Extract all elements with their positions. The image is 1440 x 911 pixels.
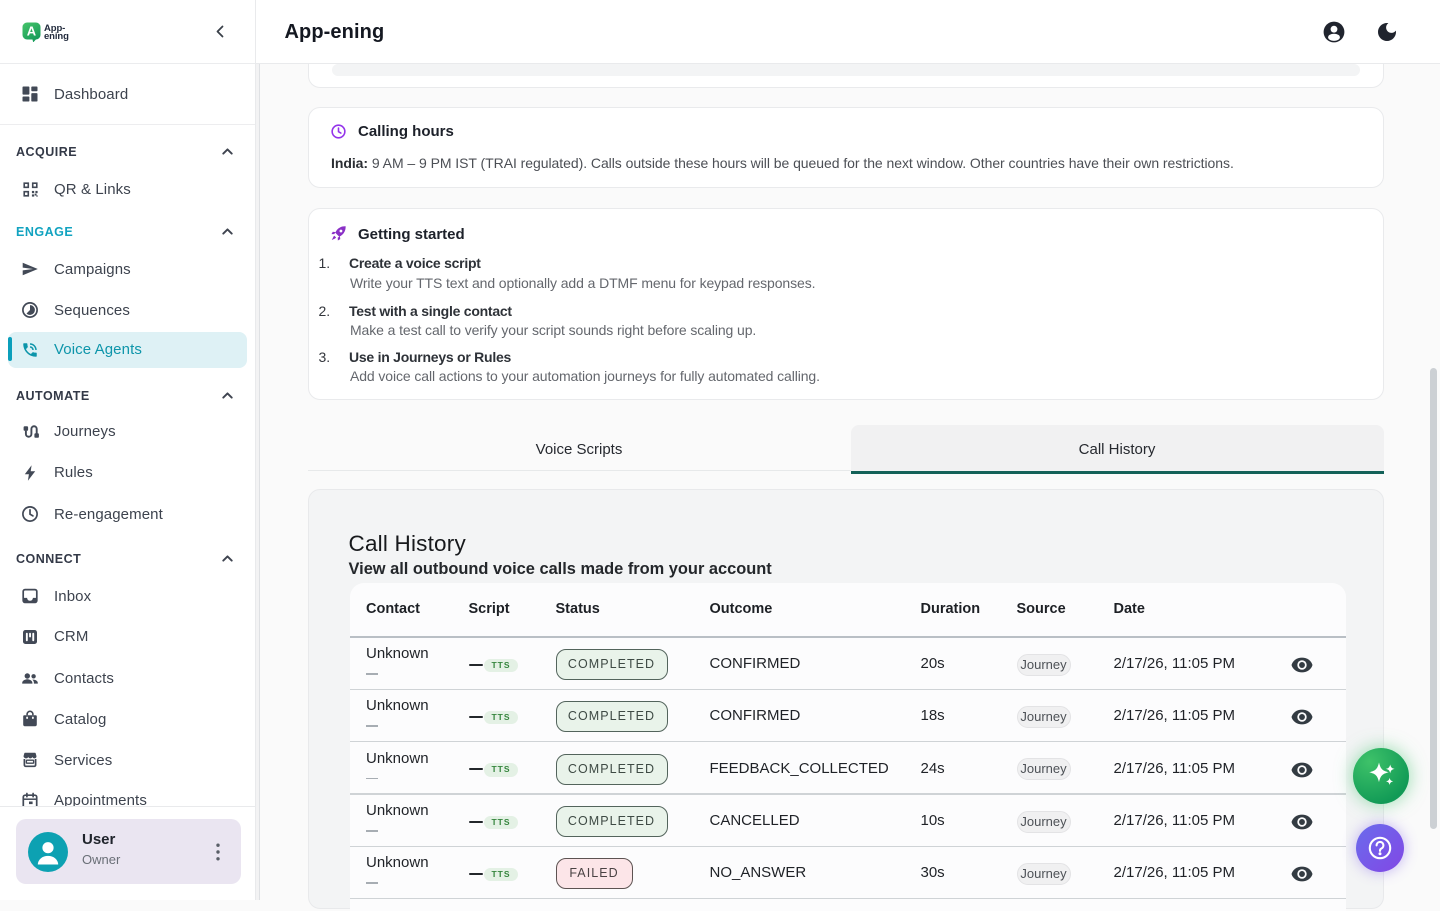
svg-text:A: A (27, 24, 37, 39)
